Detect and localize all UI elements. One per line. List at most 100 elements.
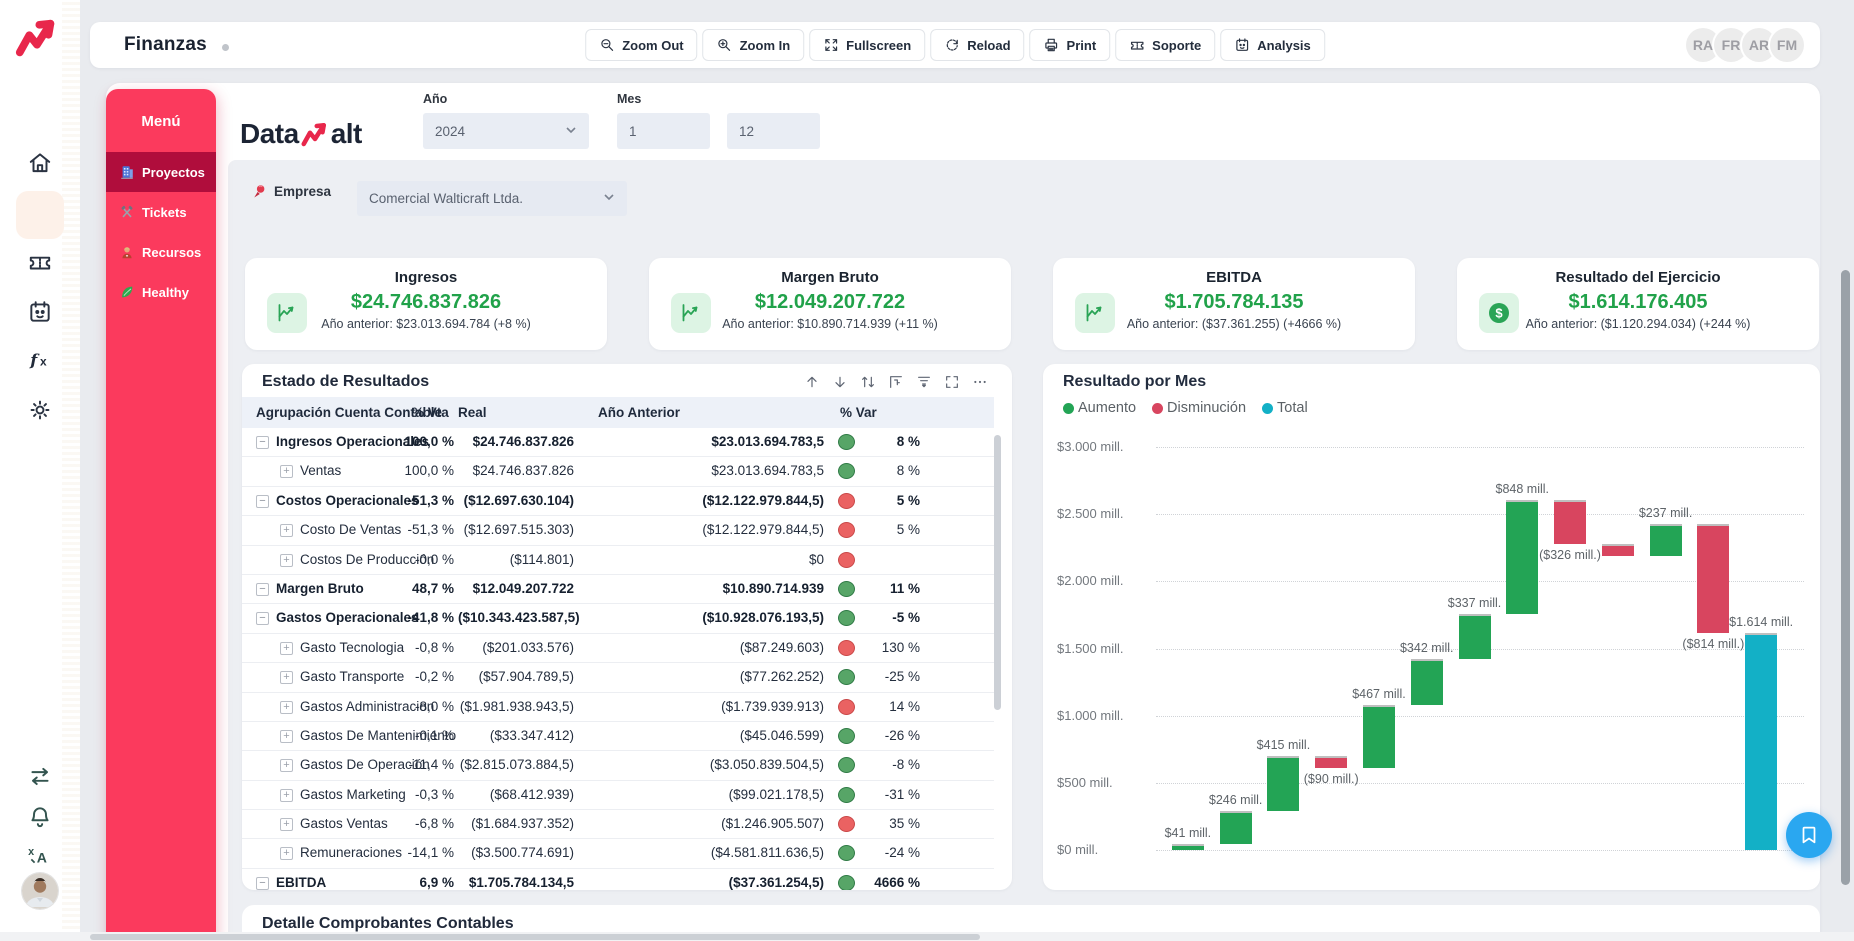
kpi-card-ingresos: Ingresos$24.746.837.826Año anterior: $23… [245, 258, 607, 350]
arrow-up-icon[interactable] [803, 374, 820, 391]
table-row[interactable]: +Gasto Transporte-0,2 %($57.904.789,5)($… [242, 663, 994, 692]
expand-icon[interactable]: + [280, 730, 293, 743]
column-header-4[interactable]: Año Anterior [598, 405, 680, 420]
soporte-button[interactable]: Soporte [1115, 29, 1215, 61]
table-row[interactable]: −Gastos Operacionales-41,8 %($10.343.423… [242, 604, 994, 633]
print-button[interactable]: Print [1030, 29, 1111, 61]
menu-item-proyectos[interactable]: Proyectos [106, 152, 216, 192]
expand-icon[interactable]: + [280, 524, 293, 537]
expand-icon[interactable]: + [280, 818, 293, 831]
table-row[interactable]: +Costos De Producción-0,0 %($114.801)$0 [242, 546, 994, 575]
column-header-3[interactable]: Real [458, 405, 487, 420]
analysis-button[interactable]: Analysis [1220, 29, 1324, 61]
waterfall-bar-may[interactable] [1363, 705, 1395, 768]
legend-item-total[interactable]: Total [1262, 400, 1308, 416]
arrow-down-icon[interactable] [831, 374, 848, 391]
calendar-icon [1234, 37, 1250, 53]
waterfall-bar-oct[interactable] [1602, 544, 1634, 556]
app-logo-icon[interactable] [14, 16, 60, 60]
legend-item-aumento[interactable]: Aumento [1063, 400, 1136, 416]
expand-icon[interactable]: + [280, 847, 293, 860]
reload-button[interactable]: Reload [930, 29, 1024, 61]
expand-icon[interactable]: + [280, 642, 293, 655]
gridline-500 [1156, 783, 1804, 784]
rail-item-planner[interactable] [27, 299, 53, 325]
table-row[interactable]: −Margen Bruto48,7 %$12.049.207.722$10.89… [242, 575, 994, 604]
fullscreen-button[interactable]: Fullscreen [809, 29, 925, 61]
expand-icon[interactable]: + [280, 465, 293, 478]
expand-icon[interactable]: + [280, 554, 293, 567]
vertical-scrollbar[interactable] [1841, 270, 1850, 885]
collapse-icon[interactable]: − [256, 495, 269, 508]
month-to-input[interactable]: 12 [727, 113, 820, 149]
column-header-2[interactable]: % Vta [412, 405, 449, 420]
waterfall-bar-total[interactable] [1745, 633, 1777, 850]
table-row[interactable]: +Remuneraciones-14,1 %($3.500.774.691)($… [242, 839, 994, 868]
pivot-icon[interactable] [887, 374, 904, 391]
kpi-title: Margen Bruto [649, 269, 1011, 286]
waterfall-bar-jul[interactable] [1459, 614, 1491, 659]
company-select[interactable]: Comercial Walticraft Ltda. [357, 181, 627, 216]
table-row[interactable]: −Costos Operacionales-51,3 %($12.697.630… [242, 487, 994, 516]
menu-item-recursos[interactable]: Recursos [106, 232, 216, 272]
user-avatar[interactable] [22, 873, 58, 909]
waterfall-bar-sept[interactable] [1554, 500, 1586, 544]
gridline-1000 [1156, 716, 1804, 717]
table-row[interactable]: −EBITDA6,9 %$1.705.784.134,5($37.361.254… [242, 869, 994, 890]
table-row[interactable]: +Costo De Ventas-51,3 %($12.697.515.303)… [242, 516, 994, 545]
expand-icon[interactable]: + [280, 759, 293, 772]
table-row[interactable]: +Gastos Administracion-8,0 %($1.981.938.… [242, 693, 994, 722]
collapse-icon[interactable]: − [256, 877, 269, 890]
menu-item-tickets[interactable]: Tickets [106, 192, 216, 232]
table-row[interactable]: +Gastos De Operación-11,4 %($2.815.073.8… [242, 751, 994, 780]
bookmark-fab-button[interactable] [1786, 812, 1832, 858]
rail-item-settings[interactable] [27, 397, 53, 423]
rail-item-language[interactable]: xA [27, 842, 53, 868]
avatar-fm[interactable]: FM [1770, 28, 1804, 62]
zoom-out-button[interactable]: Zoom Out [585, 29, 697, 61]
expand-icon[interactable]: + [280, 789, 293, 802]
rail-item-swap[interactable] [27, 764, 53, 790]
company-value: Comercial Walticraft Ltda. [369, 191, 523, 206]
rail-item-home[interactable] [27, 150, 53, 176]
zoom-in-button[interactable]: Zoom In [703, 29, 805, 61]
table-row[interactable]: +Ventas100,0 %$24.746.837.826$23.013.694… [242, 457, 994, 486]
filter-icon[interactable] [915, 374, 932, 391]
waterfall-bar-ene[interactable] [1172, 844, 1204, 850]
table-scrollbar[interactable] [994, 435, 1001, 710]
year-select[interactable]: 2024 [423, 113, 589, 149]
horizontal-scrollbar[interactable] [90, 934, 980, 940]
collapse-icon[interactable]: − [256, 436, 269, 449]
table-row[interactable]: +Gasto Tecnologia-0,8 %($201.033.576)($8… [242, 634, 994, 663]
month-label: Mes [617, 92, 641, 106]
menu-item-healthy[interactable]: Healthy [106, 272, 216, 312]
rail-item-tickets[interactable] [27, 249, 53, 275]
table-row[interactable]: +Gastos Marketing-0,3 %($68.412.939)($99… [242, 781, 994, 810]
zoom-out-button-label: Zoom Out [622, 38, 683, 53]
table-row[interactable]: +Gastos De Mantenimiento-0,1 %($33.347.4… [242, 722, 994, 751]
menu-item-label: Proyectos [142, 165, 205, 180]
month-from-input[interactable]: 1 [617, 113, 710, 149]
waterfall-bar-abr[interactable] [1315, 756, 1347, 768]
table-row[interactable]: −Ingresos Operacionales100,0 %$24.746.83… [242, 428, 994, 457]
collapse-icon[interactable]: − [256, 612, 269, 625]
topbar: Finanzas Zoom OutZoom InFullscreenReload… [90, 22, 1820, 68]
reload-button-label: Reload [967, 38, 1010, 53]
sort-icon[interactable] [859, 374, 876, 391]
waterfall-bar-jun[interactable] [1411, 659, 1443, 705]
waterfall-bar-nov[interactable] [1650, 524, 1682, 556]
expand-icon[interactable]: + [280, 701, 293, 714]
rail-item-functions[interactable]: fx [27, 347, 53, 373]
pct-var-value: 35 % [858, 816, 920, 831]
expand-icon[interactable]: + [280, 671, 293, 684]
bar-label-nov: $237 mill. [1601, 506, 1731, 520]
table-row[interactable]: +Gastos Ventas-6,8 %($1.684.937.352)($1.… [242, 810, 994, 839]
leaf-icon [119, 284, 135, 300]
column-header-5[interactable]: % Var [840, 405, 877, 420]
legend-item-disminución[interactable]: Disminución [1152, 400, 1246, 416]
more-icon[interactable] [971, 374, 988, 391]
expand-icon[interactable] [943, 374, 960, 391]
collapse-icon[interactable]: − [256, 583, 269, 596]
waterfall-bar-feb[interactable] [1220, 811, 1252, 844]
rail-item-alerts[interactable] [27, 804, 53, 830]
